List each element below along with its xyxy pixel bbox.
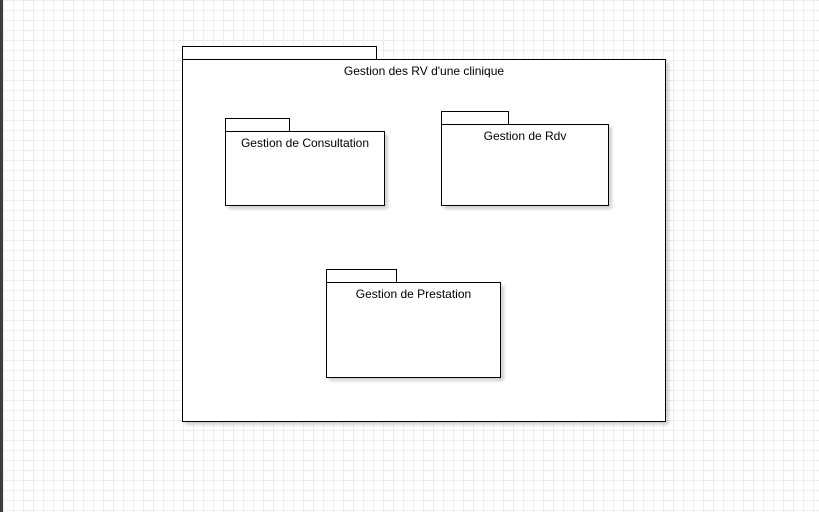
package-tab: [441, 111, 509, 125]
package-body: Gestion de Prestation: [326, 282, 501, 378]
package-tab: [326, 269, 397, 283]
package-body: Gestion de Rdv: [441, 124, 609, 206]
package-title: Gestion des RV d'une clinique: [343, 64, 505, 78]
sidebar-edge: [0, 0, 3, 512]
package-body: Gestion de Consultation: [225, 131, 385, 206]
package-title: Gestion de Rdv: [483, 129, 567, 143]
package-title: Gestion de Prestation: [355, 287, 472, 301]
package-tab: [182, 46, 377, 60]
package-title: Gestion de Consultation: [240, 136, 370, 150]
package-tab: [225, 118, 290, 132]
